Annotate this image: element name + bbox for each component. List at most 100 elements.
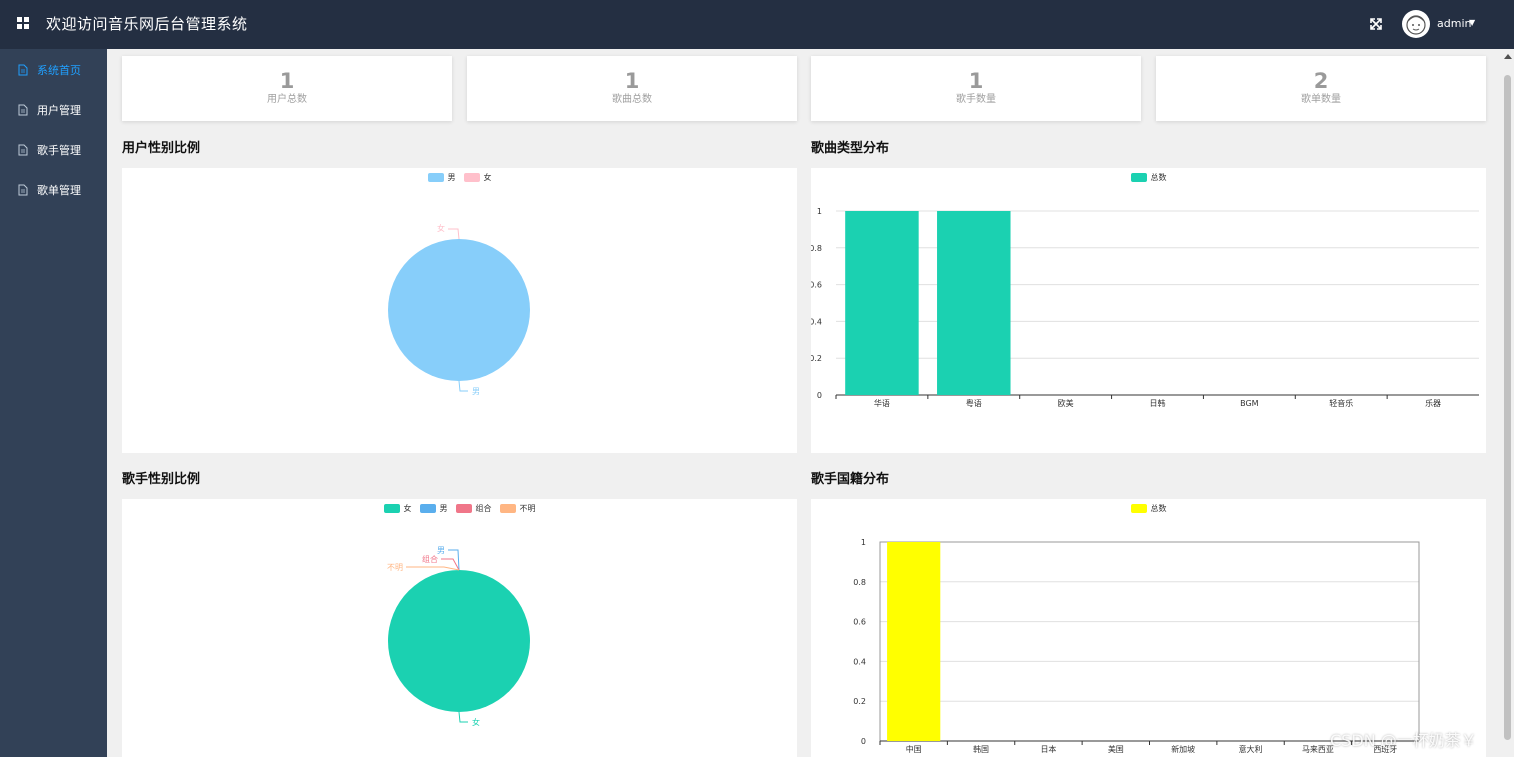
fullscreen-icon[interactable] — [1368, 16, 1384, 32]
pie-label: 女 — [472, 717, 480, 727]
x-tick-label: 新加坡 — [1171, 744, 1195, 754]
legend-swatch — [427, 173, 444, 182]
sidebar-item-label: 用户管理 — [37, 104, 81, 117]
chevron-down-icon[interactable]: ▼ — [1469, 18, 1475, 27]
legend-item[interactable]: 女 — [463, 172, 492, 183]
legend-label: 总数 — [1150, 504, 1167, 513]
y-tick-label: 1 — [817, 207, 822, 216]
legend-item[interactable]: 女 — [383, 503, 412, 514]
scrollbar[interactable] — [1502, 49, 1514, 757]
x-tick-label: 乐器 — [1425, 398, 1441, 408]
sidebar-item-label: 歌手管理 — [37, 144, 81, 157]
document-icon — [18, 184, 28, 196]
pie-slice[interactable] — [388, 570, 530, 712]
x-tick-label: 轻音乐 — [1329, 398, 1353, 408]
pie-label: 男 — [437, 546, 445, 555]
pie-label: 女 — [437, 223, 445, 233]
y-tick-label: 0.8 — [853, 578, 866, 587]
bar-chart-svg: 00.20.40.60.81中国 韩国 日本 美国 新加坡 意大利 马来西亚 西班牙 — [853, 538, 1420, 754]
x-tick-label: 粤语 — [966, 398, 982, 408]
legend-item[interactable]: 男 — [427, 172, 456, 183]
legend-swatch — [1130, 504, 1147, 513]
collapse-menu-icon[interactable] — [17, 17, 30, 30]
x-tick-label: 中国 — [906, 744, 922, 754]
section-title-singer-nation: 歌手国籍分布 — [811, 472, 890, 487]
x-tick-label: 意大利 — [1239, 744, 1263, 754]
section-title-song-type: 歌曲类型分布 — [811, 141, 890, 156]
pie-slice[interactable] — [388, 239, 530, 381]
sidebar-item-home[interactable]: 系统首页 — [0, 50, 107, 90]
document-icon — [18, 104, 28, 116]
sidebar-item-users[interactable]: 用户管理 — [0, 90, 107, 130]
x-tick-label: 美国 — [1108, 744, 1124, 754]
sidebar-item-singers[interactable]: 歌手管理 — [0, 130, 107, 170]
stat-label: 歌曲总数 — [612, 94, 652, 105]
legend-item[interactable]: 总数 — [1130, 503, 1167, 514]
bar[interactable] — [887, 542, 941, 741]
app-title: 欢迎访问音乐网后台管理系统 — [46, 15, 248, 33]
scrollbar-thumb[interactable] — [1504, 75, 1511, 740]
bar-chart-svg: 0 0.2 0.4 0.6 0.8 1 华语 粤语 欧美 日韩 BGM 轻音乐 乐器 — [811, 207, 1479, 408]
document-icon — [18, 144, 28, 156]
legend-label: 女 — [483, 173, 492, 182]
stat-card-singers: 1 歌手数量 — [811, 56, 1141, 121]
pie-label-line — [458, 711, 468, 723]
sidebar-item-playlists[interactable]: 歌单管理 — [0, 170, 107, 210]
plot-frame — [879, 541, 1420, 742]
avatar[interactable] — [1402, 10, 1430, 38]
stat-card-playlists: 2 歌单数量 — [1156, 56, 1486, 121]
sidebar-item-label: 系统首页 — [37, 64, 81, 77]
stat-label: 用户总数 — [267, 94, 307, 105]
legend-swatch — [419, 504, 436, 513]
x-tick-label: 欧美 — [1058, 398, 1074, 408]
y-tick-label: 0.2 — [853, 697, 866, 706]
stat-label: 歌单数量 — [1301, 94, 1341, 105]
user-name[interactable]: admin — [1437, 17, 1471, 30]
document-icon — [18, 64, 28, 76]
top-header: 欢迎访问音乐网后台管理系统 admin ▼ — [0, 0, 1514, 49]
legend-swatch — [463, 173, 480, 182]
pie-label: 不明 — [387, 563, 403, 572]
sidebar-item-label: 歌单管理 — [37, 184, 81, 197]
stat-label: 歌手数量 — [956, 94, 996, 105]
pie-label-line — [448, 228, 460, 240]
x-tick-label: BGM — [1240, 399, 1259, 408]
x-tick-label: 韩国 — [973, 744, 989, 754]
y-tick-label: 0.8 — [811, 244, 822, 253]
x-tick-label: 日韩 — [1150, 398, 1166, 408]
pie-label-line — [406, 566, 460, 571]
y-tick-label: 0.4 — [811, 317, 822, 326]
stat-value: 1 — [279, 69, 295, 93]
legend-swatch — [455, 504, 472, 513]
section-title-singer-gender: 歌手性别比例 — [122, 472, 201, 487]
stat-card-users: 1 用户总数 — [122, 56, 452, 121]
scroll-up-arrow-icon[interactable] — [1504, 54, 1512, 59]
pie-label: 男 — [472, 387, 480, 396]
legend-item[interactable]: 男 — [419, 503, 448, 514]
y-tick-label: 0 — [817, 391, 822, 400]
user-gender-chart: 男女男女 — [122, 168, 797, 453]
section-title-user-gender: 用户性别比例 — [122, 141, 201, 156]
legend-item[interactable]: 总数 — [1130, 172, 1167, 183]
song-type-chart: 0 0.2 0.4 0.6 0.8 1 华语 粤语 欧美 日韩 BGM 轻音乐 乐器 总数 — [811, 168, 1486, 453]
legend-swatch — [383, 504, 400, 513]
stat-card-songs: 1 歌曲总数 — [467, 56, 797, 121]
legend-swatch — [1130, 173, 1147, 182]
singer-gender-chart: 女男组合 不明女男组合 不明 — [122, 499, 797, 757]
watermark: CSDN @一杯奶茶￥ — [1330, 731, 1477, 750]
sidebar: 系统首页 用户管理 歌手管理 歌单管理 — [0, 49, 107, 757]
bar[interactable] — [937, 211, 1011, 395]
chart-legend: 女 男 组合 不明 — [122, 503, 797, 515]
y-tick-label: 0 — [861, 737, 866, 746]
y-tick-label: 0.4 — [853, 657, 866, 666]
chart-legend: 总数 — [811, 172, 1486, 184]
singer-nation-chart: 0 0.2 0.4 0.6 0.8 1 中国 韩国 日本 美国 新加坡 意大利 马来西亚 西班牙 总数 — [811, 499, 1486, 757]
legend-item[interactable]: 不明 — [499, 503, 536, 514]
legend-label: 总数 — [1150, 173, 1167, 182]
bar[interactable] — [845, 211, 919, 395]
pie-chart-svg: 女 男组合不明 — [387, 546, 530, 727]
stat-value: 1 — [624, 69, 640, 93]
y-tick-label: 0.6 — [853, 618, 866, 627]
stat-value: 1 — [968, 69, 984, 93]
legend-item[interactable]: 组合 — [455, 503, 492, 514]
